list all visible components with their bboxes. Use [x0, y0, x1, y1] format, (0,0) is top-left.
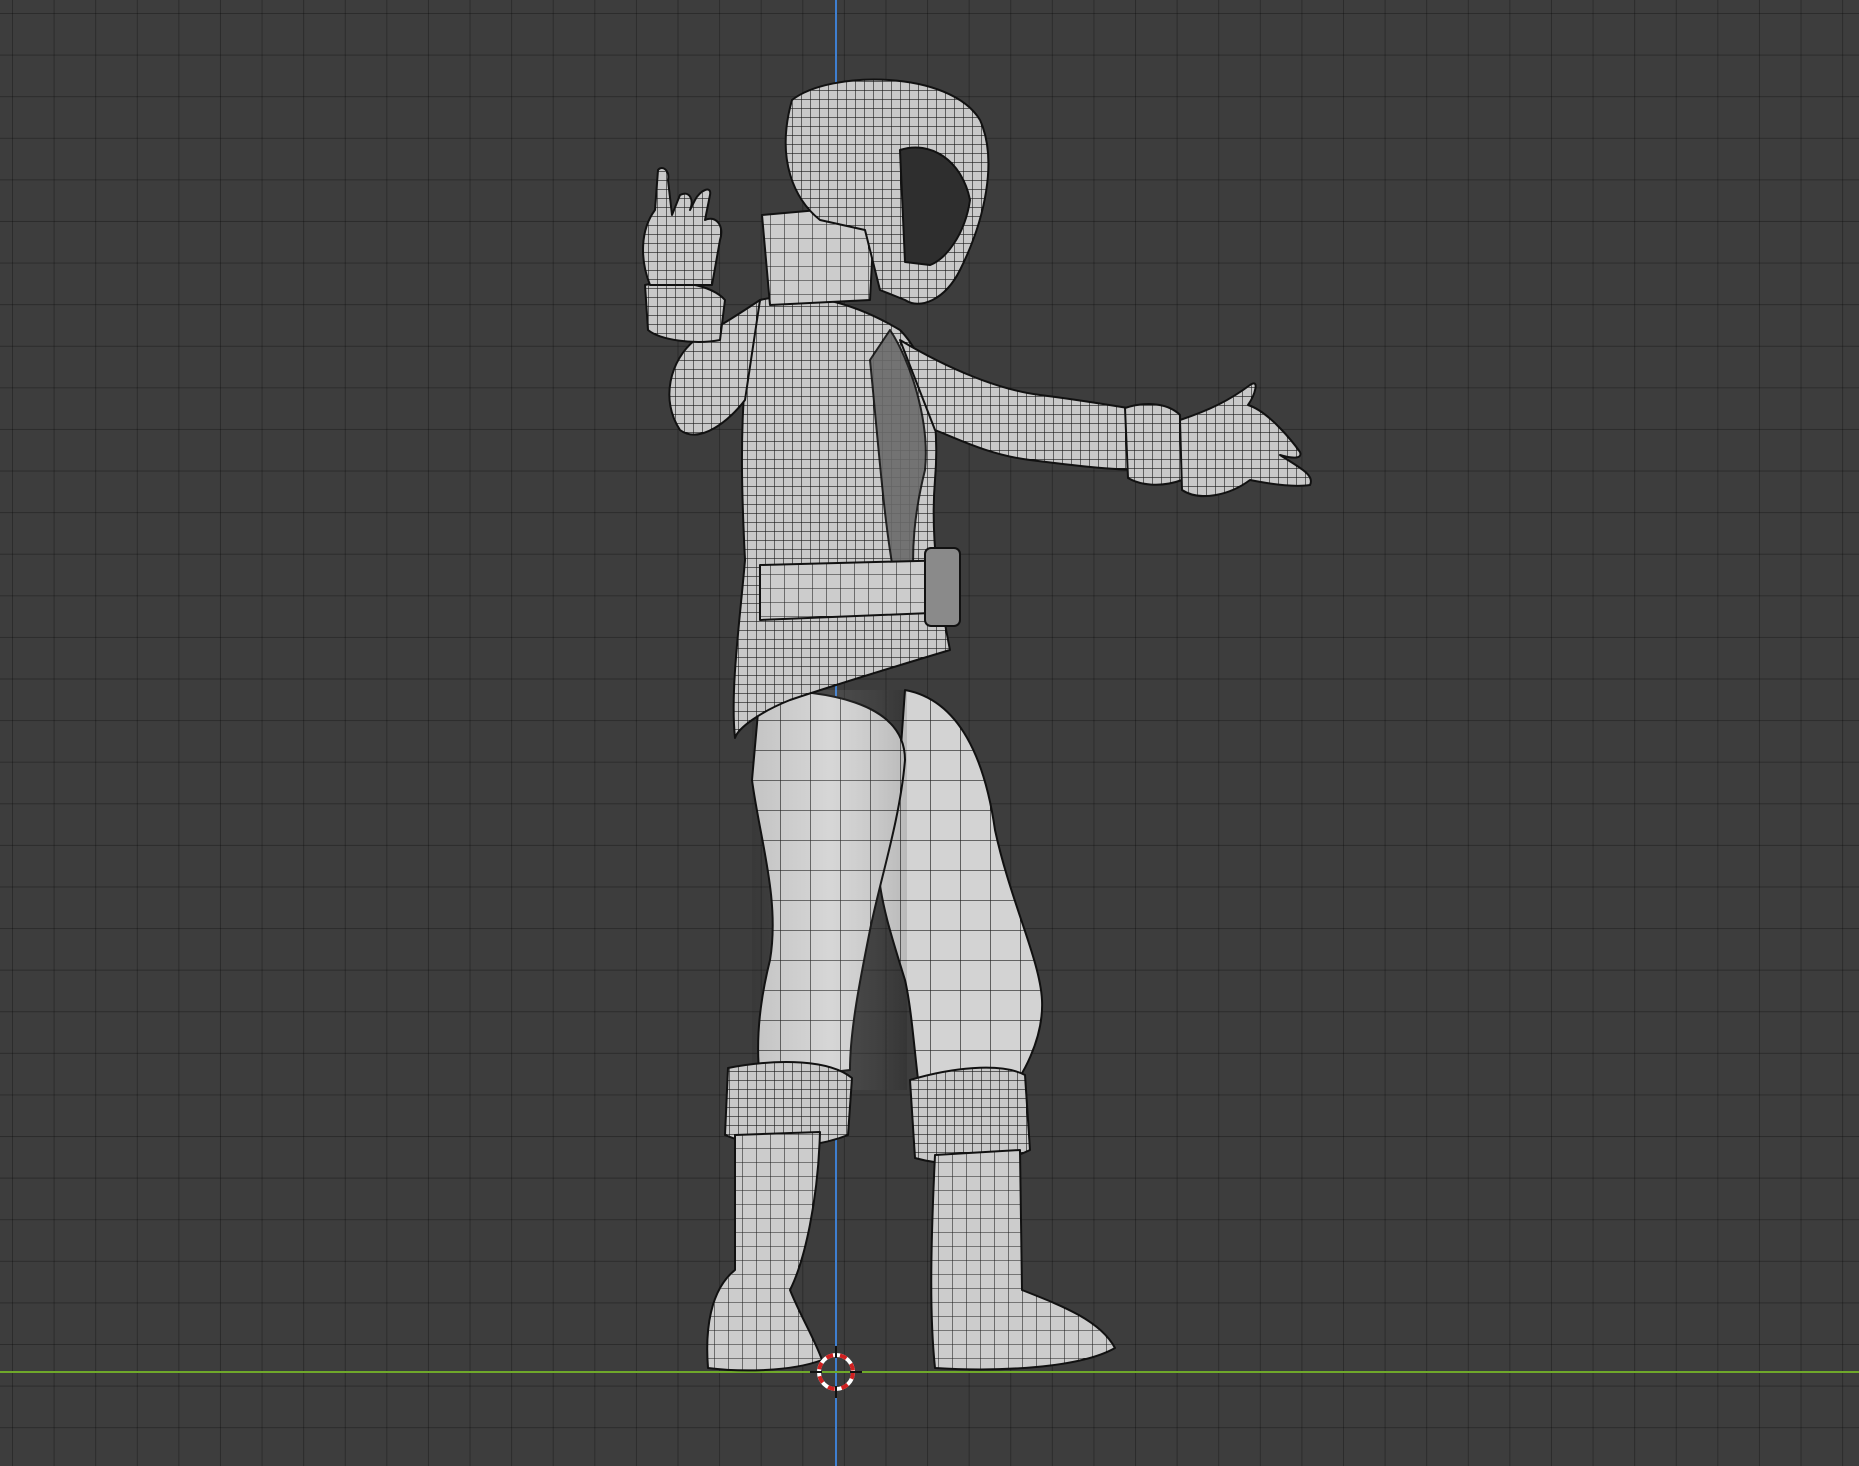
raised-arm-cuff: [644, 281, 726, 343]
extended-arm-cuff: [1124, 403, 1183, 486]
belt-buckle: [924, 547, 961, 627]
back-boot[interactable]: [930, 1149, 1116, 1371]
extended-hand[interactable]: [1179, 382, 1312, 498]
raised-hand[interactable]: [642, 167, 723, 286]
front-boot[interactable]: [706, 1131, 823, 1372]
3d-viewport[interactable]: [0, 0, 1859, 1466]
back-leg-cuff: [909, 1066, 1031, 1165]
scene-canvas[interactable]: [0, 0, 1859, 1466]
character-mesh[interactable]: [642, 78, 1312, 1372]
